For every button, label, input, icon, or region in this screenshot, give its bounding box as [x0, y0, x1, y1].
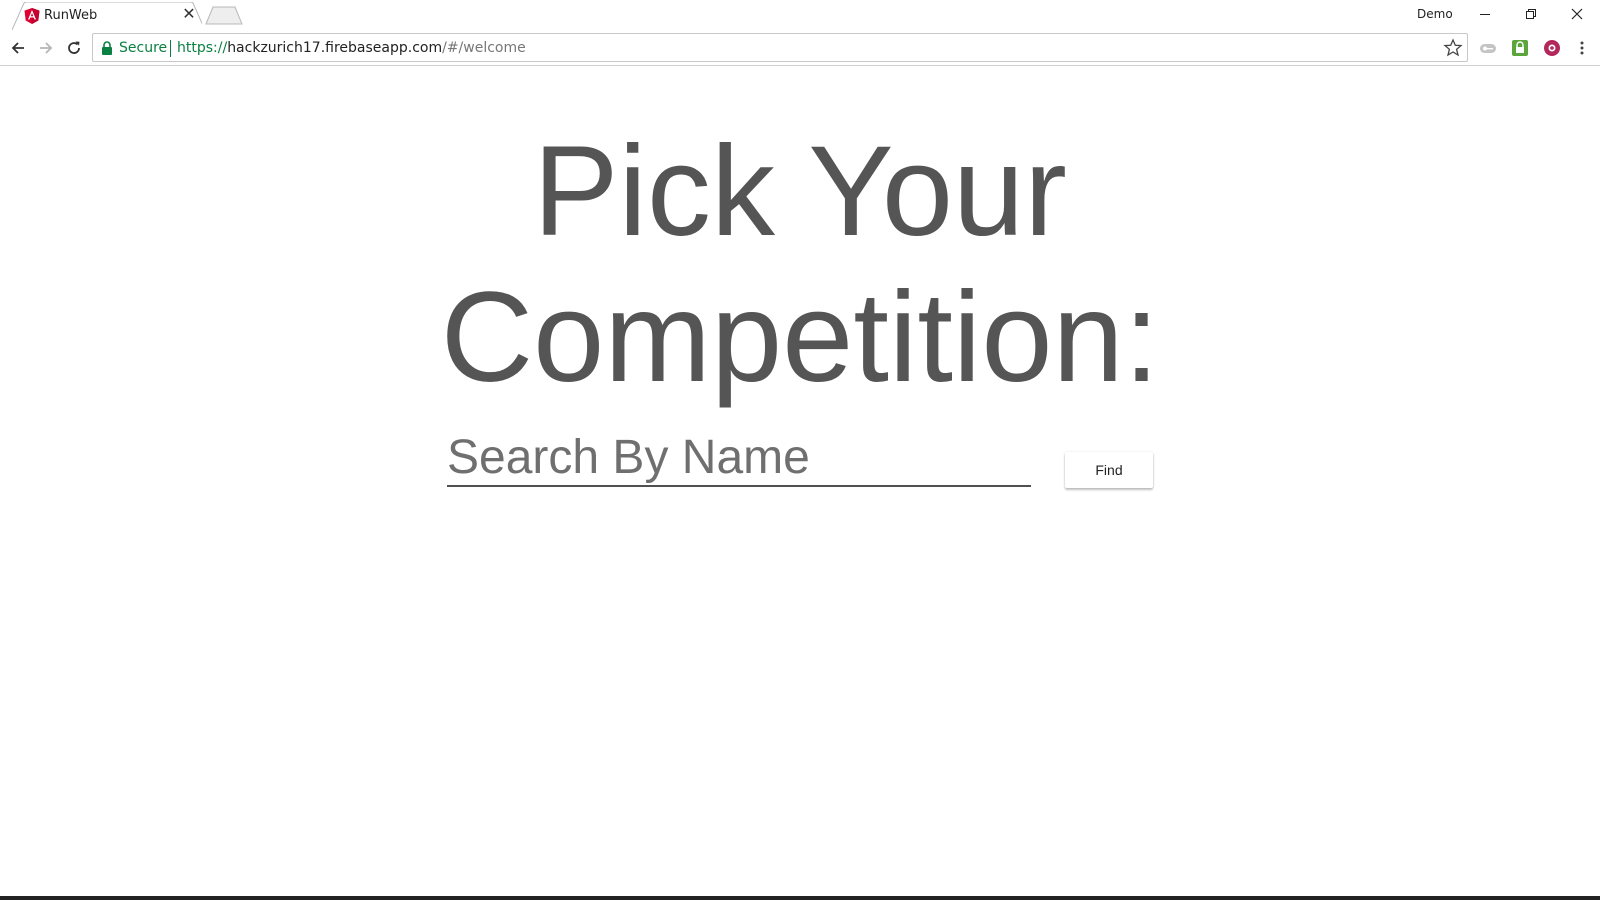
security-label: Secure — [119, 40, 168, 56]
page-content: Pick Your Competition: Find — [0, 67, 1600, 900]
url-text[interactable]: https://hackzurich17.firebaseapp.com/#/w… — [177, 40, 526, 56]
address-bar[interactable]: Secure https://hackzurich17.firebaseapp.… — [92, 33, 1468, 62]
new-tab-button[interactable] — [205, 6, 243, 25]
minimize-button[interactable] — [1462, 0, 1508, 28]
minimize-icon — [1480, 14, 1490, 15]
search-field — [447, 431, 1031, 487]
page-title-line-2: Competition: — [440, 266, 1160, 409]
extension-lock-button[interactable] — [1508, 36, 1532, 60]
restore-button[interactable] — [1508, 0, 1554, 28]
find-button[interactable]: Find — [1065, 452, 1153, 488]
search-input[interactable] — [447, 431, 1031, 483]
close-window-button[interactable] — [1554, 0, 1600, 28]
extension-circle-button[interactable] — [1540, 36, 1564, 60]
extension-circle-icon — [1544, 40, 1560, 56]
extension-key-button[interactable] — [1476, 36, 1500, 60]
arrow-left-icon — [11, 42, 24, 54]
security-divider — [170, 40, 171, 57]
more-vertical-icon — [1580, 41, 1584, 55]
url-path: /#/welcome — [442, 40, 526, 56]
close-icon — [1571, 8, 1583, 20]
page-title: Pick Your Competition: — [0, 119, 1600, 411]
tab-close-icon[interactable]: ✕ — [180, 6, 198, 24]
browser-menu-button[interactable] — [1570, 36, 1594, 60]
reload-icon — [68, 41, 80, 54]
tab-shape — [12, 2, 202, 30]
bookmark-star-icon[interactable] — [1443, 38, 1463, 58]
browser-tab-runweb[interactable]: RunWeb ✕ — [12, 2, 202, 30]
angular-favicon-icon — [24, 8, 40, 24]
browser-toolbar: Secure https://hackzurich17.firebaseapp.… — [0, 30, 1600, 66]
reload-button[interactable] — [62, 36, 86, 60]
profile-button[interactable]: Demo — [1416, 6, 1454, 22]
back-button[interactable] — [6, 36, 30, 60]
arrow-right-icon — [40, 42, 53, 54]
password-manager-icon — [1512, 40, 1528, 56]
restore-icon — [1526, 9, 1536, 19]
forward-button[interactable] — [34, 36, 58, 60]
taskbar-edge — [0, 896, 1600, 900]
key-extension-icon — [1480, 44, 1496, 53]
tab-strip: RunWeb ✕ Demo — [0, 0, 1600, 30]
lock-icon — [102, 41, 112, 55]
url-scheme: https:// — [177, 40, 228, 56]
tab-title: RunWeb — [44, 8, 98, 23]
url-host: hackzurich17.firebaseapp.com — [227, 40, 443, 56]
page-title-line-1: Pick Your — [533, 120, 1067, 263]
